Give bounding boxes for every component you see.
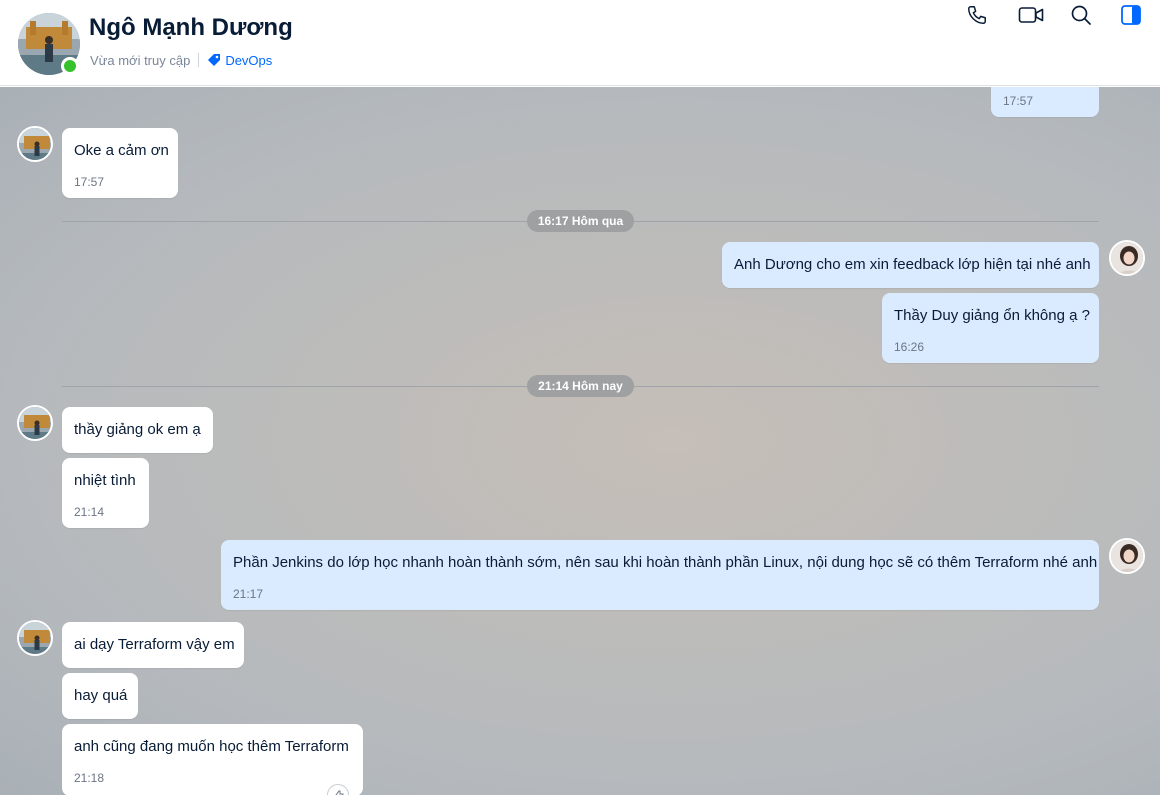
sidebar-toggle-icon bbox=[1121, 5, 1141, 25]
message-time: 17:57 bbox=[74, 175, 105, 189]
message-text: thầy giảng ok em ạ bbox=[74, 421, 201, 438]
contact-tag[interactable]: DevOps bbox=[225, 53, 272, 68]
message-time: 21:17 bbox=[233, 587, 264, 601]
video-call-icon bbox=[1018, 7, 1044, 23]
online-status-dot bbox=[61, 57, 79, 75]
message-text: hay quá bbox=[74, 687, 128, 704]
message-bubble-outgoing[interactable]: Anh Dương cho em xin feedback lớp hiện t… bbox=[722, 242, 1099, 288]
message-time: 17:57 bbox=[1003, 94, 1034, 108]
my-avatar[interactable] bbox=[1109, 538, 1145, 574]
message-bubble-outgoing[interactable]: Phần Jenkins do lớp học nhanh hoàn thành… bbox=[221, 540, 1099, 610]
message-bubble-incoming[interactable]: thầy giảng ok em ạ bbox=[62, 407, 213, 453]
chat-header: Ngô Mạnh Dương Vừa mới truy cập DevOps bbox=[0, 0, 1160, 86]
message-text: anh cũng đang muốn học thêm Terraform bbox=[74, 738, 349, 755]
message-time: 21:18 bbox=[74, 771, 105, 785]
message-text: Thầy Duy giảng ổn không ạ ? bbox=[894, 307, 1090, 324]
message-bubble-incoming[interactable]: nhiệt tình 21:14 bbox=[62, 458, 149, 528]
message-bubble-incoming[interactable]: Oke a cảm ơn 17:57 bbox=[62, 128, 178, 198]
sender-avatar[interactable] bbox=[17, 405, 53, 441]
message-text: ai dạy Terraform vậy em bbox=[74, 636, 235, 653]
phone-call-button[interactable] bbox=[962, 0, 992, 30]
message-time: 21:14 bbox=[74, 505, 105, 519]
sender-avatar[interactable] bbox=[17, 126, 53, 162]
contact-name: Ngô Mạnh Dương bbox=[89, 14, 293, 41]
tag-icon bbox=[207, 53, 221, 67]
phone-icon bbox=[968, 6, 986, 24]
like-icon bbox=[335, 790, 344, 795]
message-bubble-outgoing[interactable]: Thầy Duy giảng ổn không ạ ? 16:26 bbox=[882, 293, 1099, 363]
message-bubble-incoming[interactable]: hay quá bbox=[62, 673, 138, 719]
last-seen-text: Vừa mới truy cập bbox=[90, 52, 191, 68]
search-icon bbox=[1071, 5, 1091, 25]
message-text: Anh Dương cho em xin feedback lớp hiện t… bbox=[734, 256, 1091, 273]
message-bubble-incoming[interactable]: ai dạy Terraform vậy em bbox=[62, 622, 244, 668]
message-bubble-incoming[interactable]: anh cũng đang muốn học thêm Terraform 21… bbox=[62, 724, 363, 795]
date-divider-label: 21:14 Hôm nay bbox=[527, 375, 634, 397]
message-text: Oke a cảm ơn bbox=[74, 142, 169, 159]
message-text: nhiệt tình bbox=[74, 472, 136, 489]
message-bubble-outgoing[interactable]: 17:57 bbox=[991, 87, 1099, 117]
date-divider-label: 16:17 Hôm qua bbox=[527, 210, 634, 232]
message-text: Phần Jenkins do lớp học nhanh hoàn thành… bbox=[233, 554, 1098, 571]
message-list[interactable]: 17:57 Oke a cảm ơn 17:57 16:17 Hôm qua A… bbox=[0, 87, 1160, 795]
message-time: 16:26 bbox=[894, 340, 925, 354]
search-button[interactable] bbox=[1066, 0, 1096, 30]
video-call-button[interactable] bbox=[1015, 0, 1047, 30]
my-avatar[interactable] bbox=[1109, 240, 1145, 276]
sender-avatar[interactable] bbox=[17, 620, 53, 656]
contact-subtitle: Vừa mới truy cập DevOps bbox=[90, 51, 272, 69]
sidebar-toggle-button[interactable] bbox=[1116, 0, 1146, 30]
reaction-button[interactable] bbox=[327, 784, 349, 795]
divider bbox=[198, 53, 200, 67]
